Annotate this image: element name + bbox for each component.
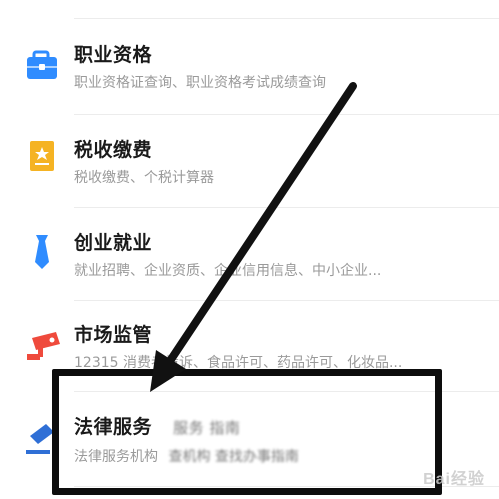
top-edge <box>0 0 499 20</box>
list-item-entrepreneurship-employment[interactable]: 创业就业 就业招聘、企业资质、企业信用信息、中小企业... <box>0 208 499 302</box>
highlight-box <box>52 369 442 495</box>
necktie-icon <box>24 232 68 276</box>
service-list: 职业资格 职业资格证查询、职业资格考试成绩查询 税收缴费 税收缴费、个税计算器 … <box>0 0 499 499</box>
item-title: 职业资格 <box>74 44 153 66</box>
tax-document-icon <box>24 137 68 181</box>
list-item-vocational-qualification[interactable]: 职业资格 职业资格证查询、职业资格考试成绩查询 <box>0 20 499 114</box>
briefcase-icon <box>24 44 68 88</box>
item-title: 创业就业 <box>74 232 153 254</box>
divider <box>74 18 499 19</box>
item-subtitle: 税收缴费、个税计算器 <box>74 170 214 186</box>
watermark: Bai经验 <box>423 471 485 488</box>
list-item-tax-payment[interactable]: 税收缴费 税收缴费、个税计算器 <box>0 115 499 209</box>
item-subtitle: 职业资格证查询、职业资格考试成绩查询 <box>74 75 326 91</box>
surveillance-camera-icon <box>24 328 68 372</box>
item-title: 税收缴费 <box>74 139 153 161</box>
item-subtitle: 就业招聘、企业资质、企业信用信息、中小企业... <box>74 263 382 279</box>
item-title: 市场监管 <box>74 324 153 346</box>
